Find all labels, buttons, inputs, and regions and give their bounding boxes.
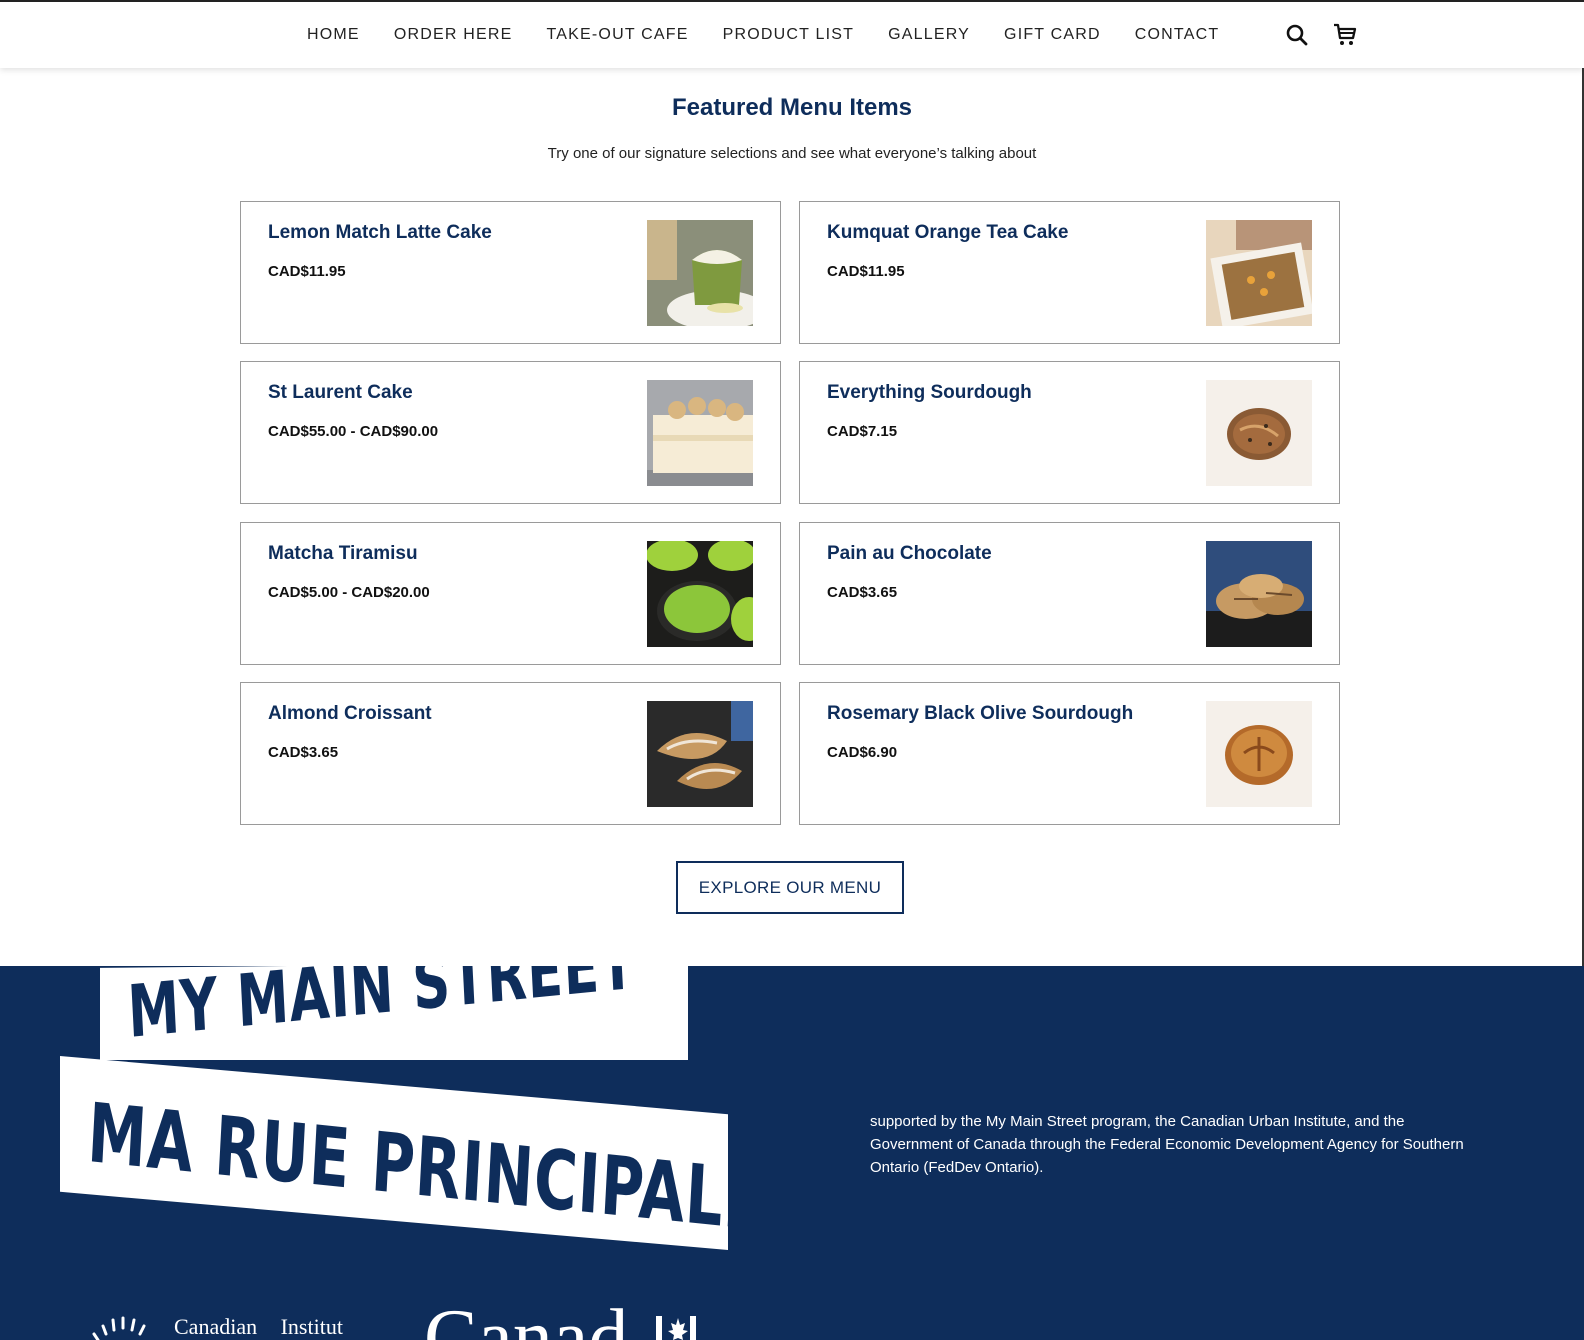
search-icon[interactable] (1284, 22, 1310, 48)
cream-cake-image[interactable] (647, 380, 753, 486)
banner-line-1: MY MAIN STREET (125, 966, 638, 1054)
ma-rue-principale-banner: MA RUE PRINCIPALE (60, 1056, 728, 1250)
croissants-image[interactable] (647, 701, 753, 807)
cui-sunburst-icon (92, 1312, 152, 1340)
menu-card-almond-croissant[interactable]: Almond Croissant CAD$3.65 (240, 682, 781, 825)
menu-item-price: CAD$5.00 - CAD$20.00 (268, 584, 430, 601)
menu-item-price: CAD$3.65 (827, 584, 898, 601)
featured-title: Featured Menu Items (671, 94, 913, 121)
nav-item-product-list[interactable]: PRODUCT LIST (706, 24, 871, 46)
menu-item-name[interactable]: Matcha Tiramisu (268, 543, 418, 565)
menu-item-name[interactable]: Pain au Chocolate (827, 543, 992, 565)
nav-item-gift-card[interactable]: GIFT CARD (987, 24, 1118, 46)
menu-item-price: CAD$11.95 (268, 263, 346, 280)
menu-card-pain-au-chocolate[interactable]: Pain au Chocolate CAD$3.65 (799, 522, 1340, 665)
nav-icons (1284, 22, 1358, 48)
support-text: supported by the My Main Street program,… (870, 1113, 1464, 1176)
cui-word-1: Canadian (174, 1314, 258, 1339)
nav-item-gallery[interactable]: GALLERY (871, 24, 987, 46)
matcha-cake-image[interactable] (647, 220, 753, 326)
menu-card-kumquat-orange-tea-cake[interactable]: Kumquat Orange Tea Cake CAD$11.95 (799, 201, 1340, 344)
sourdough-round-image[interactable] (1206, 701, 1312, 807)
menu-item-name[interactable]: Lemon Match Latte Cake (268, 222, 492, 244)
cui-word-2: Institut (280, 1314, 343, 1339)
menu-item-name[interactable]: Everything Sourdough (827, 382, 1032, 404)
menu-item-price: CAD$6.90 (827, 744, 898, 761)
nav-item-take-out-cafe[interactable]: TAKE-OUT CAFE (530, 24, 706, 46)
matcha-tiramisu-image[interactable] (647, 541, 753, 647)
menu-item-price: CAD$55.00 - CAD$90.00 (268, 423, 439, 440)
menu-card-rosemary-black-olive-sourdough[interactable]: Rosemary Black Olive Sourdough CAD$6.90 (799, 682, 1340, 825)
menu-item-name[interactable]: Rosemary Black Olive Sourdough (827, 703, 1133, 725)
sourdough-seeded-image[interactable] (1206, 380, 1312, 486)
menu-card-lemon-match-latte-cake[interactable]: Lemon Match Latte Cake CAD$11.95 (240, 201, 781, 344)
pastries-image[interactable] (1206, 541, 1312, 647)
menu-item-price: CAD$11.95 (827, 263, 905, 280)
explore-menu-button[interactable]: EXPLORE OUR MENU (676, 861, 904, 914)
menu-item-name[interactable]: Almond Croissant (268, 703, 432, 725)
cui-wordmark: Canadian Institut (174, 1314, 361, 1340)
top-nav-bar: HOME ORDER HERE TAKE-OUT CAFE PRODUCT LI… (0, 0, 1584, 68)
canada-flag-icon (656, 1316, 696, 1340)
loaf-cake-image[interactable] (1206, 220, 1312, 326)
menu-item-name[interactable]: Kumquat Orange Tea Cake (827, 222, 1068, 244)
main-nav: HOME ORDER HERE TAKE-OUT CAFE PRODUCT LI… (290, 24, 1236, 46)
cart-icon[interactable] (1332, 22, 1358, 48)
banner-line-2: MA RUE PRINCIPALE (85, 1086, 768, 1250)
nav-item-home[interactable]: HOME (290, 24, 377, 46)
canada-wordmark: Canad (424, 1294, 629, 1340)
nav-item-contact[interactable]: CONTACT (1118, 24, 1237, 46)
menu-card-matcha-tiramisu[interactable]: Matcha Tiramisu CAD$5.00 - CAD$20.00 (240, 522, 781, 665)
menu-item-price: CAD$7.15 (827, 423, 898, 440)
menu-card-everything-sourdough[interactable]: Everything Sourdough CAD$7.15 (799, 361, 1340, 504)
menu-card-st-laurent-cake[interactable]: St Laurent Cake CAD$55.00 - CAD$90.00 (240, 361, 781, 504)
featured-subtitle: Try one of our signature selections and … (547, 145, 1037, 162)
footer: MY MAIN STREET MA RUE PRINCIPALE support… (0, 966, 1584, 1340)
nav-item-order-here[interactable]: ORDER HERE (377, 24, 530, 46)
menu-item-price: CAD$3.65 (268, 744, 339, 761)
menu-item-name[interactable]: St Laurent Cake (268, 382, 413, 404)
my-main-street-banner: MY MAIN STREET (100, 966, 688, 1060)
